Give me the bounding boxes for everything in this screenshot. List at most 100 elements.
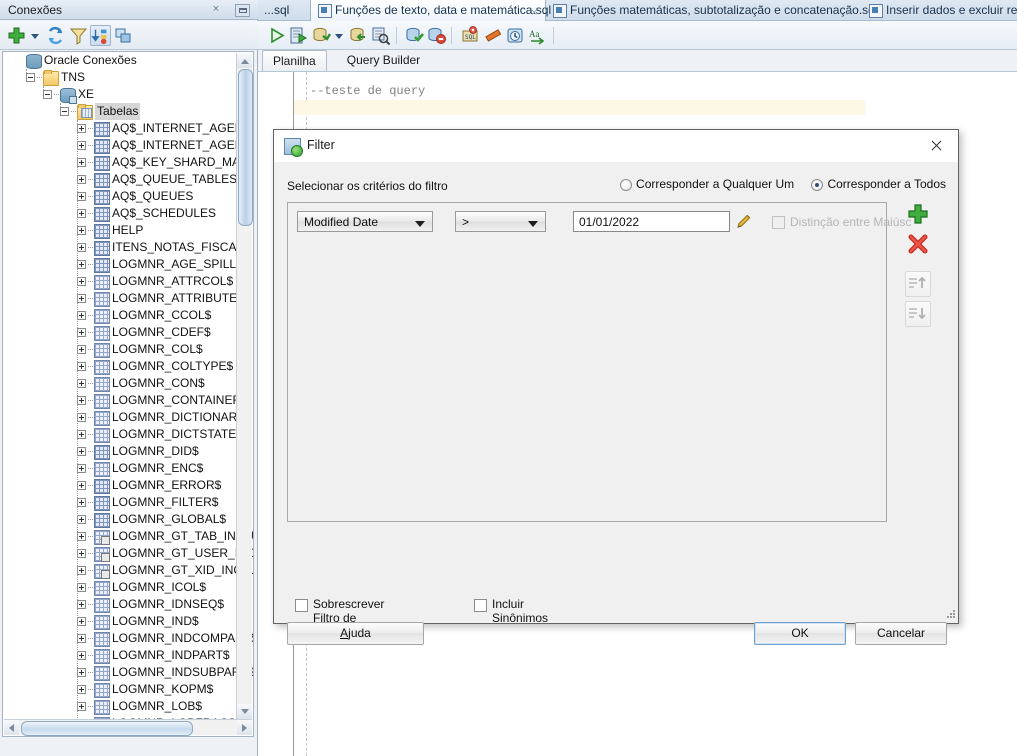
tree-item[interactable]: LOGMNR_CDEF$ — [3, 324, 235, 341]
collapse-icon[interactable] — [26, 73, 35, 82]
edit-pencil-icon[interactable] — [735, 212, 754, 231]
tree-item[interactable]: AQ$_SCHEDULES — [3, 205, 235, 222]
sort-icon[interactable] — [90, 25, 111, 46]
help-button[interactable]: Ajuda — [287, 622, 424, 645]
tree-item[interactable]: LOGMNR_LOB$ — [3, 698, 235, 715]
tree-item[interactable]: HELP — [3, 222, 235, 239]
remove-criteria-button[interactable] — [905, 231, 931, 257]
editor-sub-tab[interactable]: Planilha — [262, 50, 327, 71]
tree-item[interactable]: AQ$_QUEUE_TABLES — [3, 171, 237, 188]
tree-item[interactable]: LOGMNR_CCOL$ — [3, 307, 235, 324]
tree-item[interactable]: LOGMNR_KOPM$ — [3, 681, 235, 698]
collapse-icon[interactable] — [43, 90, 52, 99]
tree-item[interactable]: ITENS_NOTAS_FISCAIS — [3, 239, 248, 256]
override-schema-filter-checkbox[interactable] — [295, 599, 308, 612]
tab-close-icon[interactable]: × — [846, 3, 852, 23]
dialog-resize-grip[interactable] — [944, 609, 956, 621]
tree-item[interactable]: XE — [3, 86, 235, 104]
commit-icon[interactable] — [311, 25, 332, 46]
tree-item[interactable]: LOGMNR_INDCOMPART$ — [3, 630, 253, 647]
radio-match-any[interactable]: Corresponder a Qualquer Um — [620, 177, 794, 191]
move-up-button[interactable] — [905, 271, 931, 297]
cancel-button[interactable]: Cancelar — [855, 622, 947, 645]
file-tab[interactable]: ...sql — [258, 0, 310, 21]
scroll-down-arrow-icon[interactable] — [237, 704, 252, 719]
tree-item[interactable]: AQ$_INTERNET_AGENTS — [3, 137, 253, 154]
collapse-icon[interactable] — [60, 107, 69, 116]
tree-item[interactable]: LOGMNR_DICTSTATE$ — [3, 426, 243, 443]
vertical-scroll-thumb[interactable] — [238, 69, 253, 226]
close-icon[interactable]: × — [210, 3, 222, 15]
tree-item[interactable]: AQ$_INTERNET_AGENT_PRI — [3, 120, 253, 137]
tree-item[interactable]: LOGMNR_CONTAINER$ — [3, 392, 248, 409]
connections-tree[interactable]: Oracle Conexões TNS XE Tabelas AQ$_INTERNET_… — [2, 51, 254, 737]
tree-item[interactable]: LOGMNR_DICTIONARY$ — [3, 409, 252, 426]
autotrace-icon[interactable] — [404, 25, 425, 46]
sql-history-icon[interactable]: SQL — [460, 25, 481, 46]
new-connection-icon[interactable] — [6, 25, 27, 46]
tab-close-icon[interactable]: × — [531, 3, 537, 23]
case-sensitive-checkbox[interactable] — [772, 216, 785, 229]
tree-item[interactable]: AQ$_QUEUES — [3, 188, 235, 205]
radio-match-all[interactable]: Corresponder a Todos — [811, 177, 946, 191]
file-tab-label: Funções de texto, data e matemática.sql — [335, 3, 552, 17]
scroll-left-arrow-icon[interactable] — [4, 720, 19, 735]
tree-item[interactable]: Tabelas — [3, 103, 235, 120]
tree-item[interactable]: LOGMNR_GT_TAB_INCLUDE$ — [3, 528, 253, 545]
filter-icon[interactable] — [68, 25, 89, 46]
column-select[interactable]: Modified Date — [297, 211, 433, 232]
schedule-icon[interactable] — [505, 25, 526, 46]
rollback-icon[interactable] — [348, 25, 369, 46]
tree-horizontal-scrollbar[interactable] — [4, 719, 252, 736]
horizontal-scroll-thumb[interactable] — [21, 721, 193, 736]
tree-connector — [88, 162, 93, 164]
tree-item[interactable]: LOGMNR_IND$ — [3, 613, 235, 630]
refresh-icon[interactable] — [45, 25, 66, 46]
tree-item[interactable]: LOGMNR_AGE_SPILL$ — [3, 256, 243, 273]
tree-item[interactable]: LOGMNR_ATTRIBUTE$ — [3, 290, 244, 307]
tree-item[interactable]: LOGMNR_DID$ — [3, 443, 235, 460]
tree-item[interactable]: LOGMNR_ICOL$ — [3, 579, 235, 596]
commit-dropdown-icon[interactable] — [332, 25, 345, 46]
file-tab[interactable]: Funções de texto, data e matemática.sql × — [310, 0, 551, 23]
run-script-icon[interactable] — [288, 25, 309, 46]
include-synonyms-checkbox[interactable] — [474, 599, 487, 612]
tree-item[interactable]: LOGMNR_ERROR$ — [3, 477, 235, 494]
tree-item[interactable]: LOGMNR_COL$ — [3, 341, 235, 358]
dropdown-arrow-icon[interactable] — [28, 25, 41, 46]
scroll-up-arrow-icon[interactable] — [237, 53, 252, 68]
tree-item[interactable]: LOGMNR_INDPART$ — [3, 647, 235, 664]
tree-item[interactable]: LOGMNR_IDNSEQ$ — [3, 596, 235, 613]
minimize-icon[interactable] — [235, 4, 250, 17]
tree-item[interactable]: LOGMNR_CON$ — [3, 375, 235, 392]
operator-select[interactable]: > — [455, 211, 546, 232]
add-criteria-button[interactable] — [905, 201, 931, 227]
scroll-right-arrow-icon[interactable] — [237, 720, 252, 735]
tree-item[interactable]: Oracle Conexões — [3, 52, 235, 69]
tree-item[interactable]: LOGMNR_ATTRCOL$ — [3, 273, 235, 290]
tree-vertical-scrollbar[interactable] — [236, 53, 253, 719]
ok-button[interactable]: OK — [754, 622, 846, 645]
tree-item[interactable]: LOGMNR_GLOBAL$ — [3, 511, 235, 528]
dialog-close-button[interactable] — [913, 130, 958, 161]
tree-item[interactable]: TNS — [3, 69, 235, 86]
file-tab[interactable]: Funções matemáticas, subtotalização e co… — [546, 0, 878, 23]
tree-item[interactable]: LOGMNR_GT_XID_INCLUDE$ — [3, 562, 253, 579]
tree-item[interactable]: LOGMNR_COLTYPE$ — [3, 358, 235, 375]
format-icon[interactable]: Aa — [527, 25, 548, 46]
highlight-icon[interactable] — [483, 25, 504, 46]
value-input[interactable]: 01/01/2022 — [573, 211, 730, 232]
tree-item[interactable]: AQ$_KEY_SHARD_MAP — [3, 154, 248, 171]
clear-icon[interactable] — [426, 25, 447, 46]
run-statement-icon[interactable] — [266, 25, 287, 46]
tree-item[interactable]: LOGMNR_GT_USER_INCLUDE$ — [3, 545, 253, 562]
file-tab[interactable]: Inserir dados e excluir regis — [862, 0, 1017, 21]
tree-item[interactable]: LOGMNR_FILTER$ — [3, 494, 235, 511]
editor-sub-tab[interactable]: Query Builder — [337, 50, 430, 71]
collapse-all-icon[interactable] — [113, 25, 134, 46]
tree-item[interactable]: LOGMNR_INDSUBPART$ — [3, 664, 253, 681]
tree-item[interactable]: LOGMNR_ENC$ — [3, 460, 235, 477]
tree-guide-line — [43, 86, 45, 90]
move-down-button[interactable] — [905, 301, 931, 327]
explain-plan-icon[interactable] — [370, 25, 391, 46]
